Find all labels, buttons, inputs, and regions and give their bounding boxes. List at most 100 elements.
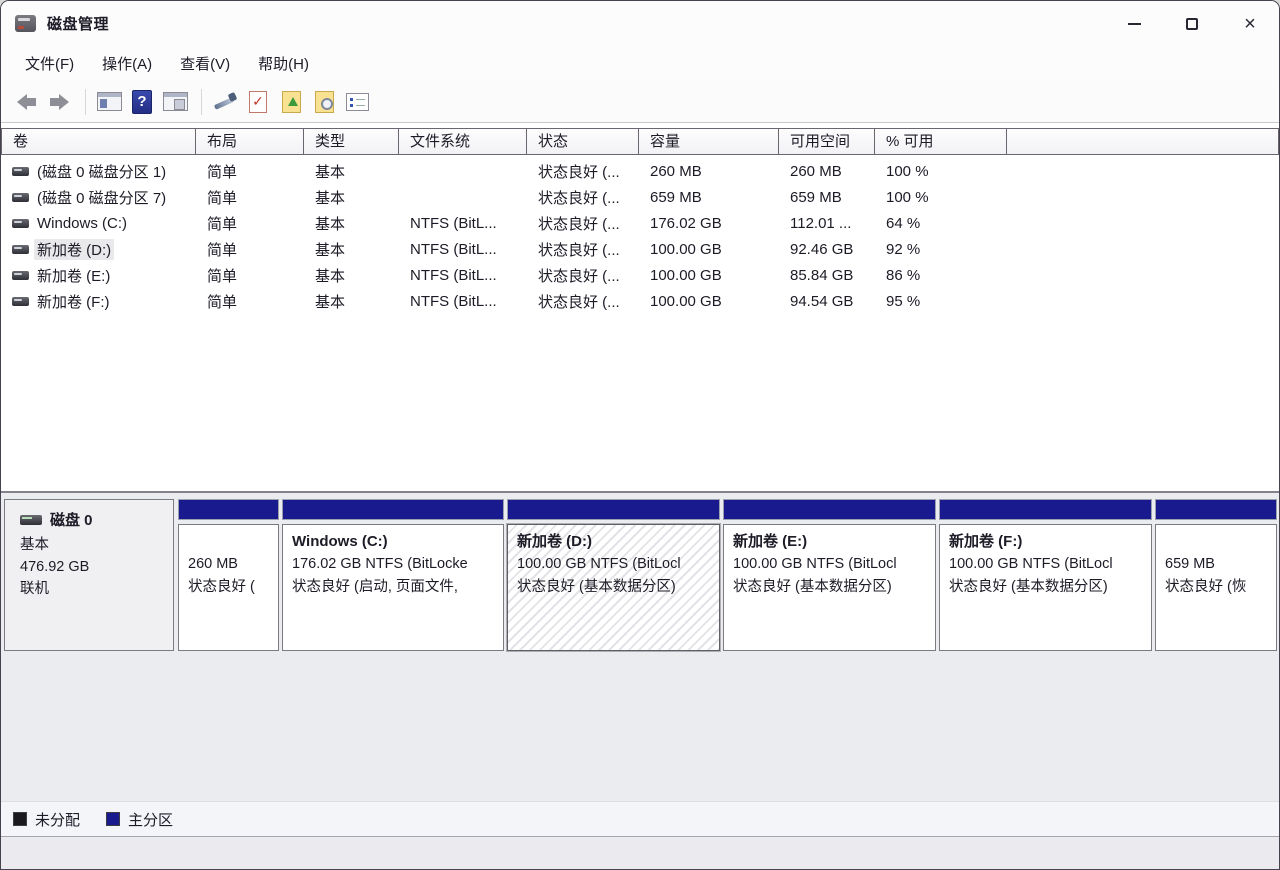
pct-free-cell: 95 % [875,293,1007,310]
graphical-view: 磁盘 0 基本 476.92 GB 联机 260 MB 状态良好 ( [1,491,1279,801]
header-filesystem[interactable]: 文件系统 [399,128,527,155]
menu-action[interactable]: 操作(A) [88,49,166,78]
screwdriver-icon [213,90,237,114]
volume-icon [12,271,29,280]
page-search-button[interactable] [309,87,339,117]
forward-icon [50,94,69,110]
volume-icon [12,167,29,176]
status-cell: 状态良好 (... [527,187,639,208]
details-view-button[interactable] [342,87,372,117]
layout-cell: 简单 [196,291,304,312]
free-space-cell: 112.01 ... [779,215,875,232]
table-row[interactable]: Windows (C:) 简单 基本 NTFS (BitL... 状态良好 (.… [1,210,1279,236]
partition-status: 状态良好 ( [188,576,269,599]
header-type[interactable]: 类型 [304,128,399,155]
menu-view[interactable]: 查看(V) [166,49,244,78]
partition-recovery[interactable]: 659 MB 状态良好 (恢 [1155,499,1277,651]
header-free-space[interactable]: 可用空间 [779,128,875,155]
pct-free-cell: 100 % [875,189,1007,206]
details-icon [346,93,369,111]
disk-drive-icon[interactable] [15,15,36,32]
disk-0-label-panel[interactable]: 磁盘 0 基本 476.92 GB 联机 [4,499,174,651]
header-pct-free[interactable]: % 可用 [875,128,1007,155]
forward-button[interactable] [44,87,74,117]
toolbar-separator [201,89,202,115]
back-icon [17,94,36,110]
type-cell: 基本 [304,265,399,286]
console-tree-button[interactable] [94,87,124,117]
check-document-button[interactable]: ✓ [243,87,273,117]
pct-free-cell: 100 % [875,163,1007,180]
partition-size: 100.00 GB NTFS (BitLocl [733,553,926,576]
partition-name [1165,530,1267,553]
filesystem-cell: NTFS (BitL... [399,293,527,310]
page-up-button[interactable] [276,87,306,117]
window-title: 磁盘管理 [47,13,109,34]
partition-e[interactable]: 新加卷 (E:) 100.00 GB NTFS (BitLocl 状态良好 (基… [723,499,936,651]
table-row[interactable]: (磁盘 0 磁盘分区 7) 简单 基本 状态良好 (... 659 MB 659… [1,184,1279,210]
legend-bar: 未分配 主分区 [1,801,1279,837]
free-space-cell: 260 MB [779,163,875,180]
layout-cell: 简单 [196,213,304,234]
partition-name: 新加卷 (E:) [733,530,926,553]
header-capacity[interactable]: 容量 [639,128,779,155]
layout-cell: 简单 [196,239,304,260]
action-pane-button[interactable] [160,87,190,117]
disk-management-window: 磁盘管理 × 文件(F) 操作(A) 查看(V) 帮助(H) ? ✓ 卷 布局 … [0,0,1280,870]
partition-status: 状态良好 (基本数据分区) [517,576,710,599]
partition-name: 新加卷 (F:) [949,530,1142,553]
volume-name-cell: 新加卷 (D:) [1,239,196,260]
maximize-button[interactable] [1163,1,1221,46]
partition-f[interactable]: 新加卷 (F:) 100.00 GB NTFS (BitLocl 状态良好 (基… [939,499,1152,651]
filesystem-cell: NTFS (BitL... [399,241,527,258]
partition-size: 176.02 GB NTFS (BitLocke [292,553,494,576]
pct-free-cell: 64 % [875,215,1007,232]
volume-name-cell: (磁盘 0 磁盘分区 7) [1,187,196,208]
menu-file[interactable]: 文件(F) [11,49,88,78]
free-space-cell: 92.46 GB [779,241,875,258]
help-button[interactable]: ? [127,87,157,117]
partition-size: 100.00 GB NTFS (BitLocl [517,553,710,576]
pct-free-cell: 92 % [875,241,1007,258]
table-row[interactable]: (磁盘 0 磁盘分区 1) 简单 基本 状态良好 (... 260 MB 260… [1,158,1279,184]
status-footer [1,837,1279,869]
header-volume[interactable]: 卷 [1,128,196,155]
properties-button[interactable] [210,87,240,117]
disk-status: 联机 [20,578,173,600]
volume-name-cell: 新加卷 (F:) [1,291,196,312]
table-row[interactable]: 新加卷 (F:) 简单 基本 NTFS (BitL... 状态良好 (... 1… [1,288,1279,314]
capacity-cell: 100.00 GB [639,241,779,258]
partition-efi[interactable]: 260 MB 状态良好 ( [178,499,279,651]
free-space-cell: 94.54 GB [779,293,875,310]
type-cell: 基本 [304,213,399,234]
legend-unallocated-label: 未分配 [35,809,80,830]
partition-color-bar [723,499,936,520]
check-document-icon: ✓ [249,91,267,113]
minimize-button[interactable] [1105,1,1163,46]
partition-status: 状态良好 (恢 [1165,576,1267,599]
table-row[interactable]: 新加卷 (E:) 简单 基本 NTFS (BitL... 状态良好 (... 1… [1,262,1279,288]
legend-primary-label: 主分区 [128,809,173,830]
partition-name: Windows (C:) [292,530,494,553]
header-layout[interactable]: 布局 [196,128,304,155]
list-header: 卷 布局 类型 文件系统 状态 容量 可用空间 % 可用 [1,128,1279,155]
filesystem-cell: NTFS (BitL... [399,267,527,284]
page-search-icon [315,91,334,113]
close-button[interactable]: × [1221,1,1279,46]
menu-help[interactable]: 帮助(H) [244,49,323,78]
toolbar: ? ✓ [1,81,1279,123]
status-cell: 状态良好 (... [527,161,639,182]
header-status[interactable]: 状态 [527,128,639,155]
table-row-selected[interactable]: 新加卷 (D:) 简单 基本 NTFS (BitL... 状态良好 (... 1… [1,236,1279,262]
menu-bar: 文件(F) 操作(A) 查看(V) 帮助(H) [1,46,1279,81]
free-space-cell: 85.84 GB [779,267,875,284]
close-icon: × [1244,14,1256,34]
back-button[interactable] [11,87,41,117]
legend-primary: 主分区 [106,809,173,830]
partition-d-selected[interactable]: 新加卷 (D:) 100.00 GB NTFS (BitLocl 状态良好 (基… [507,499,720,651]
capacity-cell: 100.00 GB [639,293,779,310]
header-filler [1007,128,1279,155]
status-cell: 状态良好 (... [527,239,639,260]
partition-c[interactable]: Windows (C:) 176.02 GB NTFS (BitLocke 状态… [282,499,504,651]
type-cell: 基本 [304,161,399,182]
